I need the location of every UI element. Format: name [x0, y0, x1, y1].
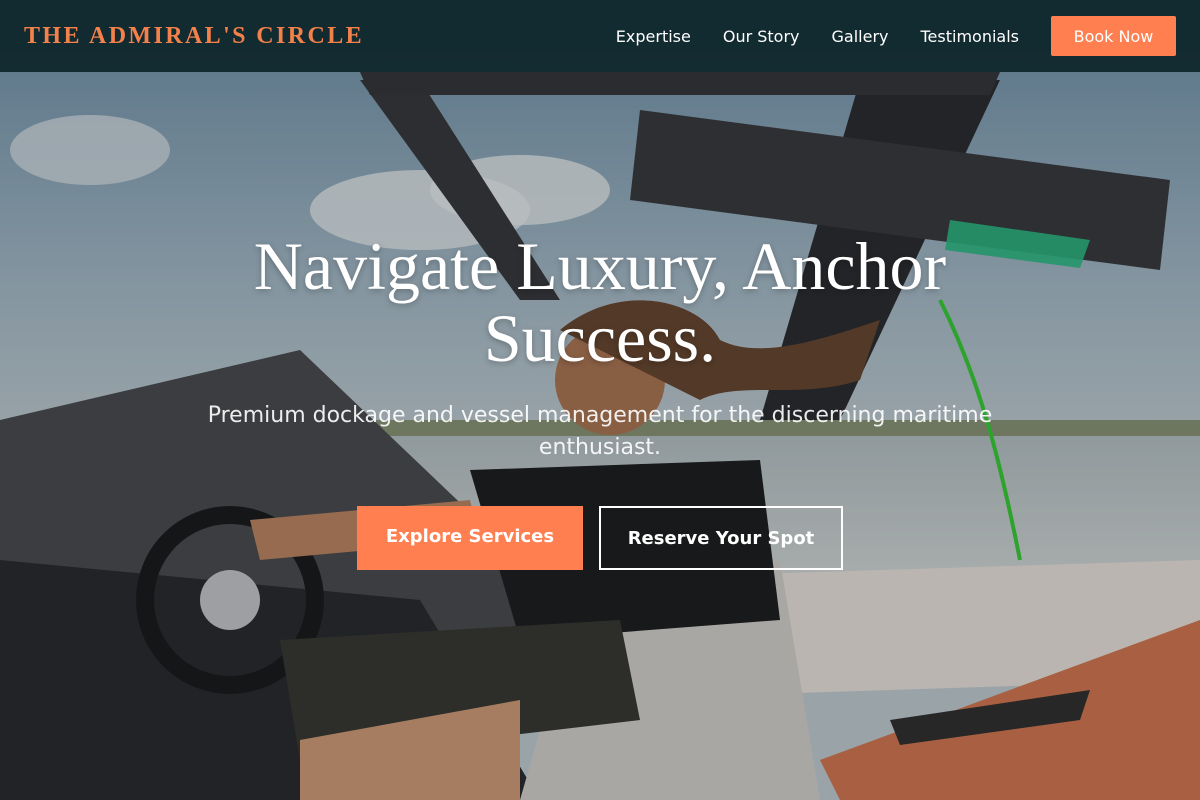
nav-links: Expertise Our Story Gallery Testimonials… — [584, 16, 1176, 56]
nav-link-our-story[interactable]: Our Story — [723, 27, 800, 46]
book-now-button[interactable]: Book Now — [1051, 16, 1176, 56]
hero-title: Navigate Luxury, Anchor Success. — [253, 228, 947, 376]
explore-services-button[interactable]: Explore Services — [357, 506, 583, 570]
nav-link-testimonials[interactable]: Testimonials — [921, 27, 1020, 46]
reserve-spot-button[interactable]: Reserve Your Spot — [599, 506, 843, 570]
brand-logo-link[interactable]: THE ADMIRAL'S CIRCLE — [24, 23, 364, 50]
hero-section: Navigate Luxury, Anchor Success. Premium… — [0, 0, 1200, 800]
nav-link-expertise[interactable]: Expertise — [616, 27, 691, 46]
hero-actions: Explore Services Reserve Your Spot — [357, 506, 843, 570]
hero-content: Navigate Luxury, Anchor Success. Premium… — [0, 230, 1200, 570]
hero-subtitle: Premium dockage and vessel management fo… — [207, 403, 993, 460]
top-navbar: THE ADMIRAL'S CIRCLE Expertise Our Story… — [0, 0, 1200, 72]
nav-link-gallery[interactable]: Gallery — [832, 27, 889, 46]
